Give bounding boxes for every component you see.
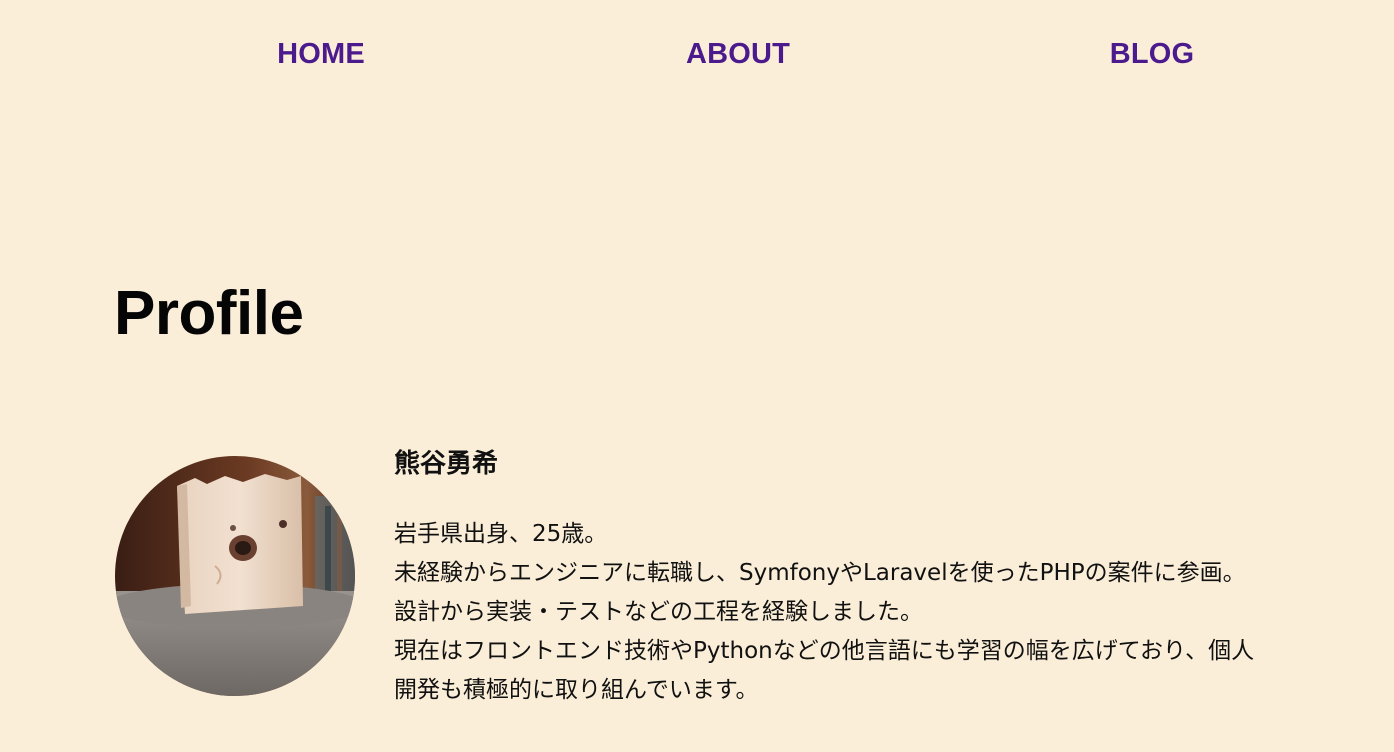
avatar — [115, 456, 355, 696]
bio-line: 未経験からエンジニアに転職し、SymfonyやLaravelを使ったPHPの案件… — [394, 560, 1246, 586]
profile-bio: 岩手県出身、25歳。 未経験からエンジニアに転職し、SymfonyやLarave… — [394, 515, 1354, 710]
page-title: Profile — [114, 279, 304, 348]
bio-line: 設計から実装・テストなどの工程を経験しました。 — [394, 599, 923, 625]
nav-link-blog[interactable]: BLOG — [1110, 38, 1195, 71]
profile-photo-icon — [115, 456, 355, 696]
nav-link-about[interactable]: ABOUT — [686, 38, 790, 71]
main-nav: HOME ABOUT BLOG — [0, 38, 1394, 82]
nav-link-home[interactable]: HOME — [277, 38, 365, 71]
bio-line: 開発も積極的に取り組んでいます。 — [394, 677, 759, 703]
profile-name: 熊谷勇希 — [394, 449, 499, 479]
bio-line: 岩手県出身、25歳。 — [394, 521, 608, 547]
bio-line: 現在はフロントエンド技術やPythonなどの他言語にも学習の幅を広げており、個人 — [394, 638, 1255, 664]
